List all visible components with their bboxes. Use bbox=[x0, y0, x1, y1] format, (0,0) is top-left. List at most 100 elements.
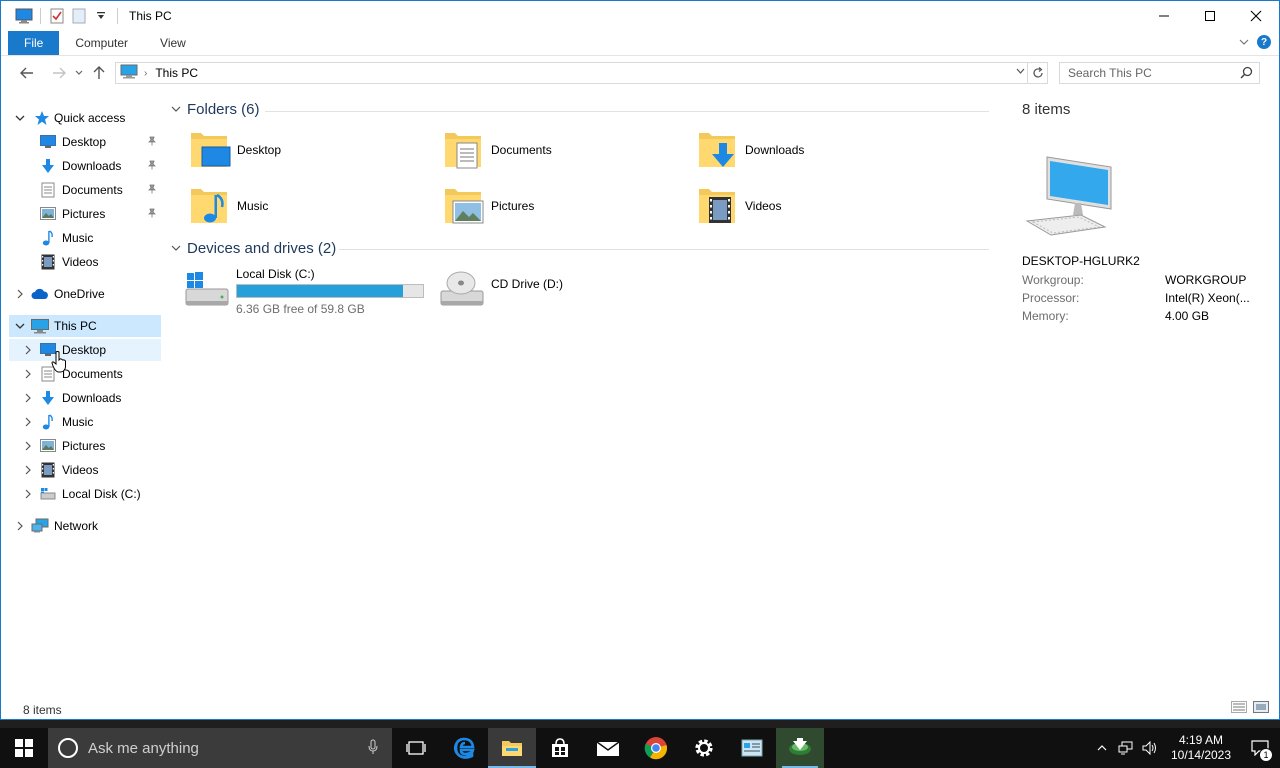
forward-button[interactable] bbox=[47, 61, 71, 85]
refresh-button[interactable] bbox=[1027, 63, 1047, 83]
taskbar-app-file-explorer[interactable] bbox=[488, 728, 536, 768]
devices-group-header[interactable]: Devices and drives (2) bbox=[171, 240, 336, 257]
expand-chevron-icon[interactable] bbox=[21, 363, 35, 385]
sidebar-item-this-pc[interactable]: This PC bbox=[9, 315, 161, 337]
taskbar-search-box[interactable]: Ask me anything bbox=[48, 728, 392, 768]
folder-label: Pictures bbox=[491, 199, 535, 213]
expand-ribbon-icon[interactable] bbox=[1239, 37, 1249, 47]
drive-item-local-disk[interactable]: Local Disk (C:) 6.36 GB free of 59.8 GB bbox=[184, 267, 434, 317]
address-bar[interactable]: › This PC bbox=[115, 62, 1048, 84]
pin-icon[interactable] bbox=[147, 184, 157, 197]
expand-chevron-icon[interactable] bbox=[21, 339, 35, 361]
expand-chevron-icon[interactable] bbox=[13, 515, 27, 537]
windows-logo-icon bbox=[15, 739, 33, 757]
breadcrumb-chevron-icon[interactable]: › bbox=[144, 68, 147, 79]
up-button[interactable] bbox=[87, 61, 111, 85]
taskbar-app-chrome[interactable] bbox=[632, 728, 680, 768]
expand-chevron-icon[interactable] bbox=[21, 483, 35, 505]
network-status-button[interactable] bbox=[1114, 728, 1138, 768]
sidebar-item-pc-music[interactable]: Music bbox=[9, 411, 161, 433]
music-folder-icon bbox=[187, 183, 233, 229]
minimize-icon bbox=[1159, 15, 1169, 17]
sidebar-item-pc-local-disk[interactable]: Local Disk (C:) bbox=[9, 483, 161, 505]
expand-chevron-icon[interactable] bbox=[21, 435, 35, 457]
sidebar-item-pc-desktop[interactable]: Desktop bbox=[9, 339, 161, 361]
collapse-chevron-icon[interactable] bbox=[13, 107, 27, 129]
sidebar-item-documents[interactable]: Documents bbox=[9, 179, 161, 201]
sidebar-item-music[interactable]: Music bbox=[9, 227, 161, 249]
volume-button[interactable] bbox=[1138, 728, 1162, 768]
expand-chevron-icon[interactable] bbox=[21, 411, 35, 433]
sidebar-item-pictures[interactable]: Pictures bbox=[9, 203, 161, 225]
tab-view[interactable]: View bbox=[144, 31, 202, 55]
sidebar-item-downloads[interactable]: Downloads bbox=[9, 155, 161, 177]
folder-item-downloads[interactable]: Downloads bbox=[695, 127, 804, 173]
microphone-icon[interactable] bbox=[368, 739, 378, 755]
sidebar-item-pc-downloads[interactable]: Downloads bbox=[9, 387, 161, 409]
sidebar-item-network[interactable]: Network bbox=[9, 515, 161, 537]
status-item-count: 8 items bbox=[23, 703, 62, 717]
desktop-icon bbox=[39, 133, 57, 151]
pin-icon[interactable] bbox=[147, 208, 157, 221]
expand-chevron-icon[interactable] bbox=[13, 283, 27, 305]
search-icon[interactable] bbox=[1240, 66, 1253, 82]
taskbar-app-network-tool[interactable] bbox=[776, 728, 824, 768]
tab-file[interactable]: File bbox=[8, 31, 60, 55]
maximize-button[interactable] bbox=[1187, 1, 1233, 31]
close-button[interactable] bbox=[1233, 1, 1279, 31]
expand-chevron-icon[interactable] bbox=[21, 387, 35, 409]
large-icons-view-icon[interactable] bbox=[1253, 701, 1269, 713]
show-hidden-icons-button[interactable] bbox=[1090, 728, 1114, 768]
sidebar-item-quick-access[interactable]: Quick access bbox=[9, 107, 161, 129]
folder-item-desktop[interactable]: Desktop bbox=[187, 127, 281, 173]
sidebar-item-onedrive[interactable]: OneDrive bbox=[9, 283, 161, 305]
window-controls bbox=[1141, 1, 1279, 31]
taskbar: Ask me anything 4:19 AM 10/14/2023 1 bbox=[0, 728, 1280, 768]
taskbar-app-system-info[interactable] bbox=[728, 728, 776, 768]
taskbar-app-settings[interactable] bbox=[680, 728, 728, 768]
folder-item-documents[interactable]: Documents bbox=[441, 127, 552, 173]
new-folder-icon[interactable] bbox=[70, 7, 88, 25]
clock-time: 4:19 AM bbox=[1178, 733, 1224, 747]
folder-item-pictures[interactable]: Pictures bbox=[441, 183, 534, 229]
details-view-icon[interactable] bbox=[1231, 701, 1247, 713]
properties-icon[interactable] bbox=[48, 7, 66, 25]
pin-icon[interactable] bbox=[147, 136, 157, 149]
cortana-icon bbox=[58, 738, 78, 758]
download-arrow-icon bbox=[39, 157, 57, 175]
minimize-button[interactable] bbox=[1141, 1, 1187, 31]
drive-item-cd-drive[interactable]: CD Drive (D:) bbox=[439, 267, 639, 317]
clock-date: 10/14/2023 bbox=[1170, 748, 1232, 762]
computer-icon[interactable] bbox=[15, 7, 33, 25]
sidebar-item-videos[interactable]: Videos bbox=[9, 251, 161, 273]
sidebar-item-pc-videos[interactable]: Videos bbox=[9, 459, 161, 481]
pin-icon[interactable] bbox=[147, 160, 157, 173]
collapse-chevron-icon[interactable] bbox=[13, 315, 27, 337]
sidebar-item-desktop[interactable]: Desktop bbox=[9, 131, 161, 153]
sidebar-item-pc-documents[interactable]: Documents bbox=[9, 363, 161, 385]
help-icon[interactable]: ? bbox=[1257, 35, 1271, 49]
back-button[interactable] bbox=[15, 61, 39, 85]
address-dropdown-icon[interactable] bbox=[1016, 66, 1025, 77]
task-view-button[interactable] bbox=[392, 728, 440, 768]
taskbar-app-store[interactable] bbox=[536, 728, 584, 768]
folder-item-videos[interactable]: Videos bbox=[695, 183, 781, 229]
recent-locations-button[interactable] bbox=[71, 61, 87, 85]
taskbar-app-mail[interactable] bbox=[584, 728, 632, 768]
customize-toolbar-dropdown-icon[interactable] bbox=[92, 7, 110, 25]
breadcrumb-this-pc[interactable]: This PC bbox=[155, 66, 198, 80]
taskbar-app-edge[interactable] bbox=[440, 728, 488, 768]
taskbar-clock[interactable]: 4:19 AM 10/14/2023 bbox=[1162, 733, 1240, 763]
start-button[interactable] bbox=[0, 728, 48, 768]
drive-usage-bar bbox=[236, 284, 424, 298]
group-collapse-chevron-icon[interactable] bbox=[171, 104, 181, 115]
search-input[interactable]: Search This PC bbox=[1059, 62, 1260, 84]
sidebar-item-pc-pictures[interactable]: Pictures bbox=[9, 435, 161, 457]
folder-item-music[interactable]: Music bbox=[187, 183, 268, 229]
action-center-button[interactable]: 1 bbox=[1240, 728, 1280, 768]
desktop-computer-icon bbox=[1025, 156, 1112, 236]
folders-group-header[interactable]: Folders (6) bbox=[171, 101, 260, 118]
group-collapse-chevron-icon[interactable] bbox=[171, 243, 181, 254]
tab-computer[interactable]: Computer bbox=[59, 31, 144, 55]
expand-chevron-icon[interactable] bbox=[21, 459, 35, 481]
